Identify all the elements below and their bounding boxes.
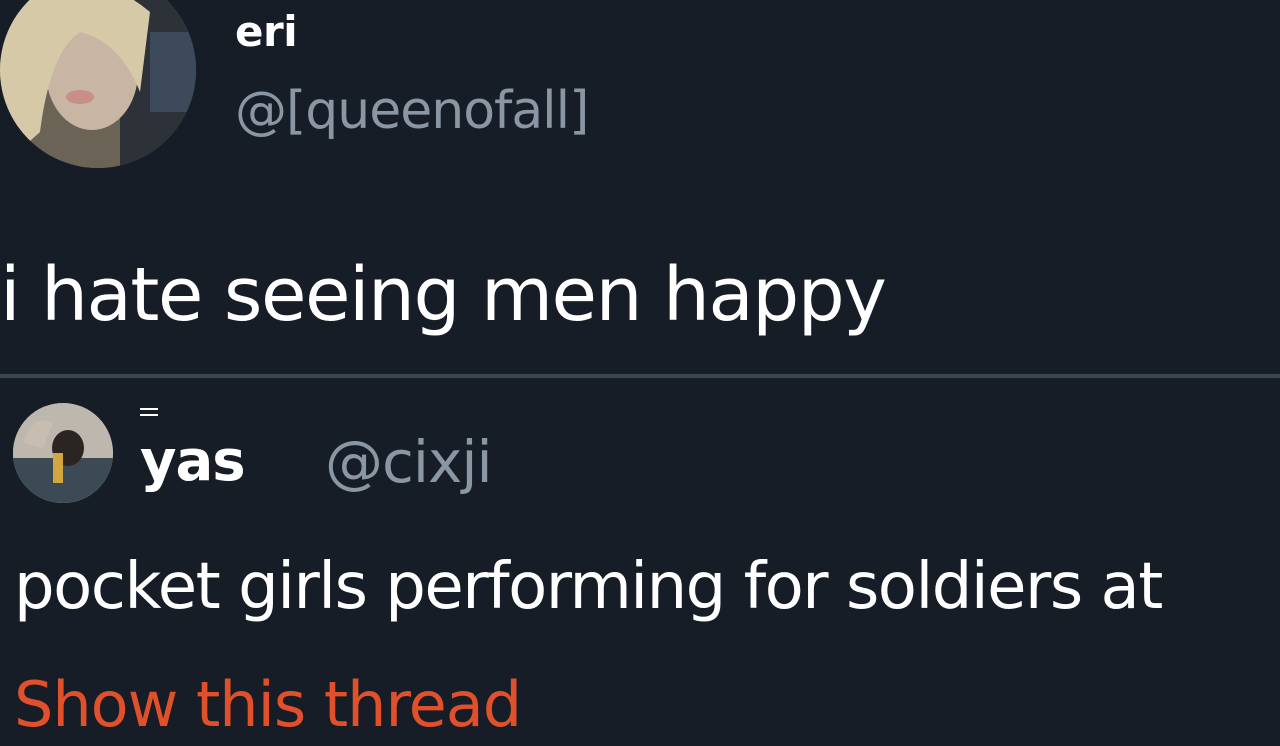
reply-text: pocket girls performing for soldiers at [14,550,1163,624]
equals-icon [140,408,158,420]
reply-author-name[interactable]: yas [140,426,246,498]
tweet-text: i hate seeing men happy [0,252,887,338]
author-handle[interactable]: @[queenofall] [235,78,589,144]
author-avatar-image [0,0,196,168]
show-thread-link[interactable]: Show this thread [14,664,522,746]
author-avatar[interactable] [0,0,196,168]
reply-avatar-image [13,403,113,503]
divider [0,374,1280,378]
author-name[interactable]: eri [235,4,298,60]
reply-author-avatar[interactable] [13,403,113,503]
reply-author-handle[interactable]: @cixji [325,426,493,498]
